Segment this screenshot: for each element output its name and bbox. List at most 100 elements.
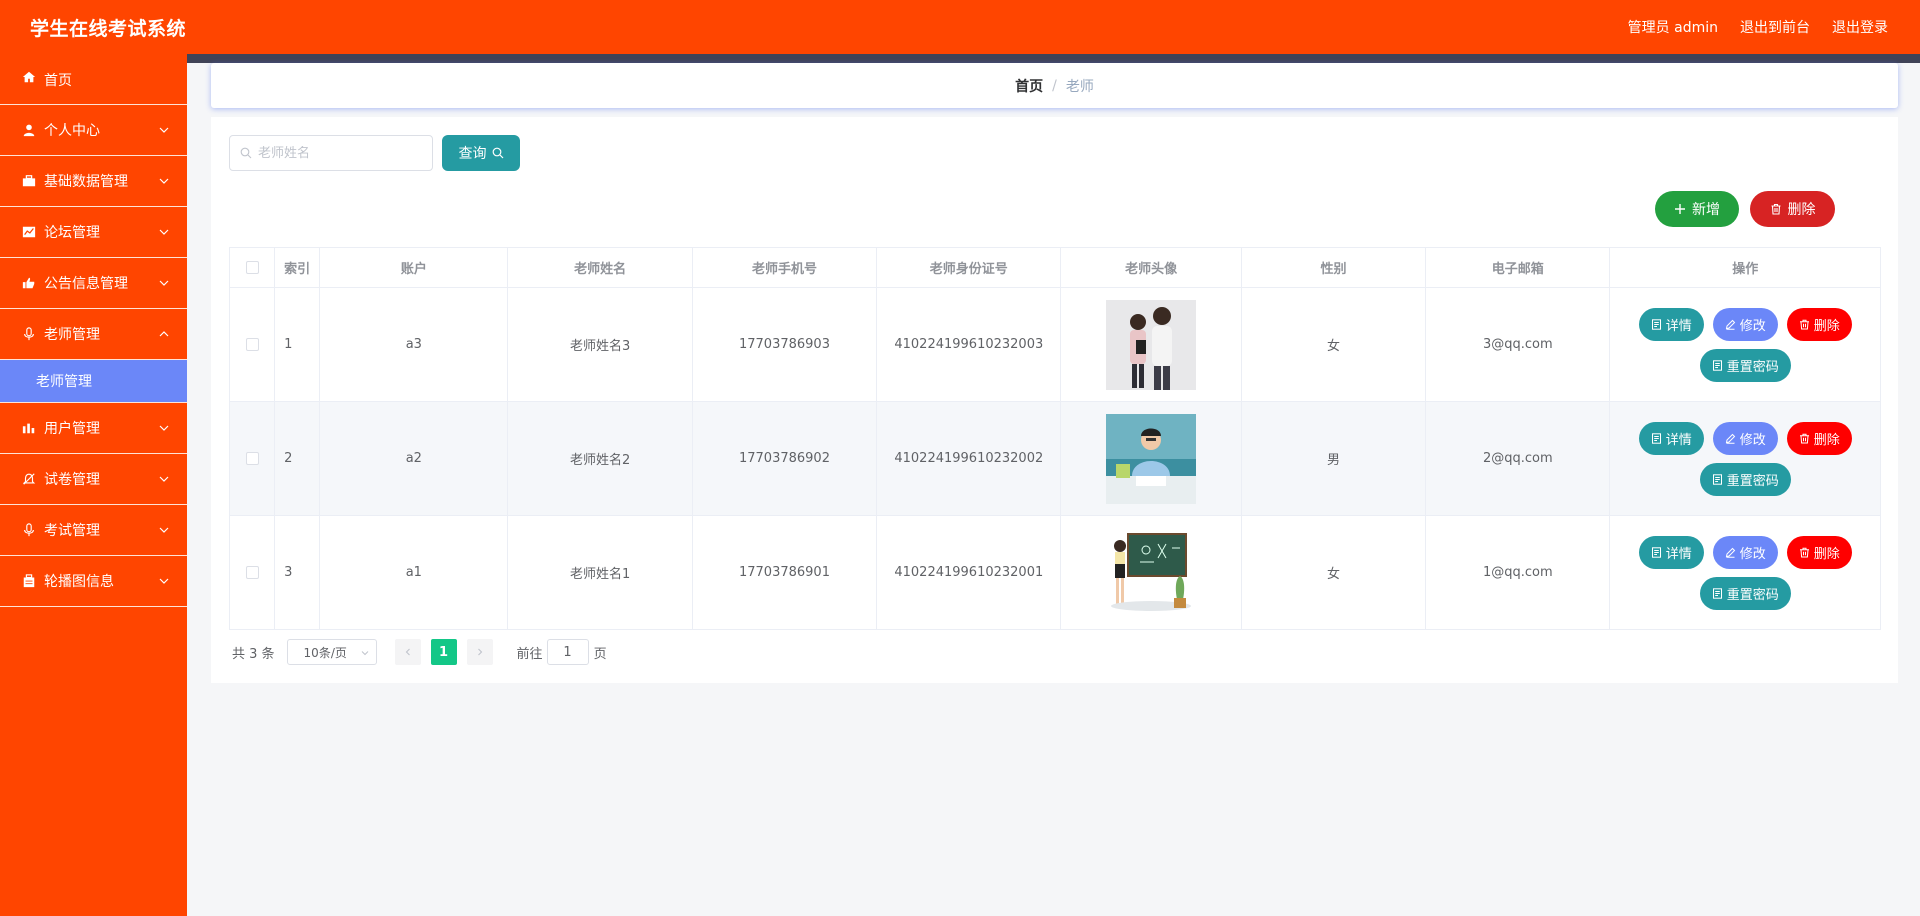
sidebar-item-label: 论坛管理: [44, 225, 100, 241]
edit-button[interactable]: 修改: [1712, 535, 1778, 569]
avatar-cell: [1060, 515, 1242, 630]
chevron-down-icon: [159, 476, 169, 482]
pagination: 共 3 条 10条/页 1 前往 页: [232, 639, 607, 665]
chevron-down-icon: [159, 527, 169, 533]
column-header: 索引: [274, 247, 321, 288]
pencil-icon: [1725, 433, 1735, 444]
sidebar-item-profile[interactable]: 个人中心: [0, 105, 187, 156]
sidebar-item-home[interactable]: 首页: [0, 54, 187, 105]
table-row: 1 a3 老师姓名3 17703786903 41022419961023200…: [228, 287, 1881, 402]
delete-button[interactable]: 删除: [1786, 307, 1852, 341]
edit-button-label: 修改: [1739, 432, 1766, 448]
trash-icon: [1799, 319, 1809, 329]
reset-password-button[interactable]: 重置密码: [1699, 348, 1791, 382]
breadcrumb: 首页 / 老师: [211, 63, 1898, 108]
account-cell: a3: [319, 287, 509, 402]
sidebar-item-carousel[interactable]: 轮播图信息: [0, 556, 187, 607]
add-button[interactable]: 新增: [1655, 191, 1739, 227]
ops-cell: 详情 修改 删除 重置密码: [1609, 287, 1881, 402]
user-icon: [22, 123, 36, 137]
goto-page-input[interactable]: [546, 639, 589, 665]
column-header: 老师姓名: [507, 247, 693, 288]
goto-suffix: 页: [593, 646, 607, 662]
sidebar-item-label: 个人中心: [44, 123, 100, 139]
header-actions: 管理员 admin 退出到前台 退出登录: [1628, 17, 1888, 37]
front-link[interactable]: 退出到前台: [1740, 17, 1810, 37]
batch-delete-button-label: 删除: [1787, 202, 1816, 218]
sidebar-item-label: 公告信息管理: [44, 276, 128, 292]
app-title: 学生在线考试系统: [30, 17, 187, 40]
prev-page-button[interactable]: [394, 639, 421, 665]
sidebar-item-label: 试卷管理: [44, 472, 100, 488]
breadcrumb-home[interactable]: 首页: [1015, 76, 1043, 96]
sidebar-item-label: 基础数据管理: [44, 174, 128, 190]
trash-icon: [1771, 203, 1780, 215]
trash-icon: [1799, 547, 1809, 557]
gender-cell: 男: [1240, 401, 1427, 516]
edit-button[interactable]: 修改: [1712, 421, 1778, 455]
name-cell: 老师姓名2: [507, 401, 693, 516]
avatar-cell: [1060, 401, 1242, 516]
select-all-checkbox[interactable]: [245, 261, 259, 274]
row-actions: 详情 修改 删除 重置密码: [1625, 421, 1865, 496]
edit-button[interactable]: 修改: [1712, 307, 1778, 341]
table-row: 3 a1 老师姓名1 17703786901 41022419961023200…: [228, 515, 1881, 630]
sidebar-item-users[interactable]: 用户管理: [0, 403, 187, 454]
detail-button[interactable]: 详情: [1638, 307, 1704, 341]
index-cell: 3: [274, 515, 321, 630]
row-checkbox[interactable]: [245, 566, 259, 579]
page-number-current[interactable]: 1: [430, 639, 457, 665]
phone-cell: 17703786901: [691, 515, 878, 630]
batch-delete-button[interactable]: 删除: [1750, 191, 1835, 227]
table-header-row: 索引 账户 老师姓名 老师手机号 老师身份证号 老师头像 性别 电子邮箱 操作: [228, 247, 1881, 288]
chevron-down-icon: [159, 578, 169, 584]
row-checkbox[interactable]: [245, 452, 259, 465]
next-page-button[interactable]: [466, 639, 493, 665]
delete-button-label: 删除: [1813, 546, 1840, 562]
teacher-avatar-image: [1106, 527, 1197, 618]
row-actions: 详情 修改 删除 重置密码: [1625, 535, 1865, 610]
delete-button[interactable]: 删除: [1786, 535, 1852, 569]
phone-cell: 17703786903: [691, 287, 878, 402]
query-button[interactable]: 查询: [442, 135, 520, 171]
column-header: 性别: [1240, 247, 1427, 288]
chart-icon: [22, 225, 36, 239]
content-card: 查询 新增 删除 索引 账户 老师姓名 老师手机号 老师身份证号 老师头像 性别…: [211, 117, 1898, 683]
detail-button[interactable]: 详情: [1638, 421, 1704, 455]
chevron-right-icon: [477, 648, 482, 656]
column-header: 操作: [1609, 247, 1881, 288]
sidebar-item-teacher[interactable]: 老师管理: [0, 309, 187, 360]
reset-password-button[interactable]: 重置密码: [1699, 576, 1791, 610]
sidebar-item-forum[interactable]: 论坛管理: [0, 207, 187, 258]
search-icon: [240, 147, 252, 159]
search-icon: [492, 147, 503, 159]
reset-password-button[interactable]: 重置密码: [1699, 462, 1791, 496]
document-icon: [1651, 318, 1661, 330]
avatar-cell: [1060, 287, 1242, 402]
detail-button-label: 详情: [1665, 318, 1692, 334]
delete-button[interactable]: 删除: [1786, 421, 1852, 455]
row-select-cell: [228, 401, 276, 516]
pencil-icon: [1725, 319, 1735, 330]
row-select-cell: [228, 287, 276, 402]
delete-button-label: 删除: [1813, 318, 1840, 334]
sidebar-item-notice[interactable]: 公告信息管理: [0, 258, 187, 309]
teacher-name-search-input[interactable]: [258, 145, 428, 161]
detail-button[interactable]: 详情: [1638, 535, 1704, 569]
sidebar-subitem-teacher-manage[interactable]: 老师管理: [0, 360, 187, 403]
sidebar-item-exams[interactable]: 考试管理: [0, 505, 187, 556]
row-actions: 详情 修改 删除 重置密码: [1625, 307, 1865, 382]
sidebar-item-papers[interactable]: 试卷管理: [0, 454, 187, 505]
row-checkbox[interactable]: [245, 338, 259, 351]
page-size-select[interactable]: 10条/页: [286, 639, 377, 665]
index-cell: 2: [274, 401, 321, 516]
logout-link[interactable]: 退出登录: [1832, 17, 1888, 37]
breadcrumb-current: 老师: [1065, 78, 1094, 95]
id-card-cell: 410224199610232001: [876, 515, 1062, 630]
header-select-all[interactable]: [228, 247, 276, 288]
query-button-label: 查询: [458, 146, 487, 162]
teacher-avatar-image: [1106, 413, 1197, 504]
sidebar-item-basic-data[interactable]: 基础数据管理: [0, 156, 187, 207]
chevron-down-icon: [159, 127, 169, 133]
page-size-value: 10条/页: [303, 645, 347, 660]
